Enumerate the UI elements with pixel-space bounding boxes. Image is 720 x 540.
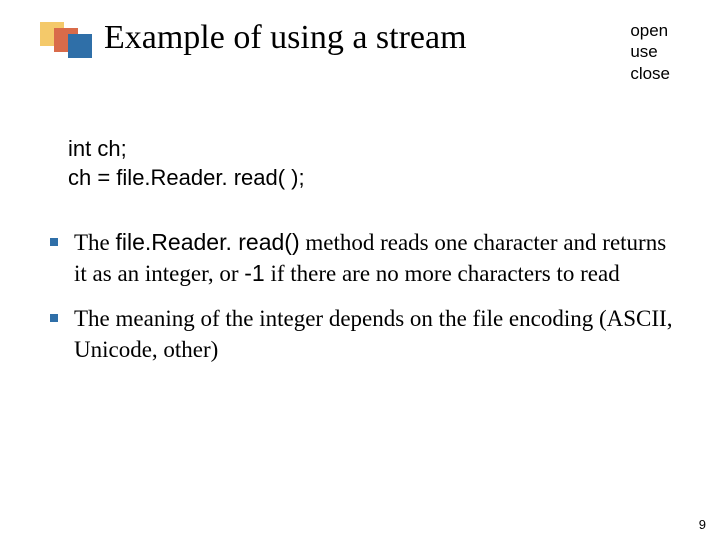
list-item: The meaning of the integer depends on th… xyxy=(40,303,680,365)
slide: Example of using a stream open use close… xyxy=(0,0,720,540)
code-inline: -1 xyxy=(244,260,264,286)
code-block: int ch; ch = file.Reader. read( ); xyxy=(68,134,680,193)
page-number: 9 xyxy=(699,517,706,532)
mini-item: use xyxy=(630,41,670,62)
mini-item: close xyxy=(630,63,670,84)
text: The meaning of the integer depends on th… xyxy=(74,306,672,362)
text: if there are no more characters to read xyxy=(265,261,620,286)
mini-item: open xyxy=(630,20,670,41)
header: Example of using a stream open use close xyxy=(40,18,680,84)
bullet-list: The file.Reader. read() method reads one… xyxy=(40,227,680,365)
text: The xyxy=(74,230,116,255)
logo-icon xyxy=(40,22,96,62)
code-inline: file.Reader. read() xyxy=(116,229,300,255)
list-item: The file.Reader. read() method reads one… xyxy=(40,227,680,289)
code-line: int ch; xyxy=(68,134,680,164)
code-line: ch = file.Reader. read( ); xyxy=(68,163,680,193)
header-mini-list: open use close xyxy=(630,20,670,84)
page-title: Example of using a stream xyxy=(104,18,467,57)
